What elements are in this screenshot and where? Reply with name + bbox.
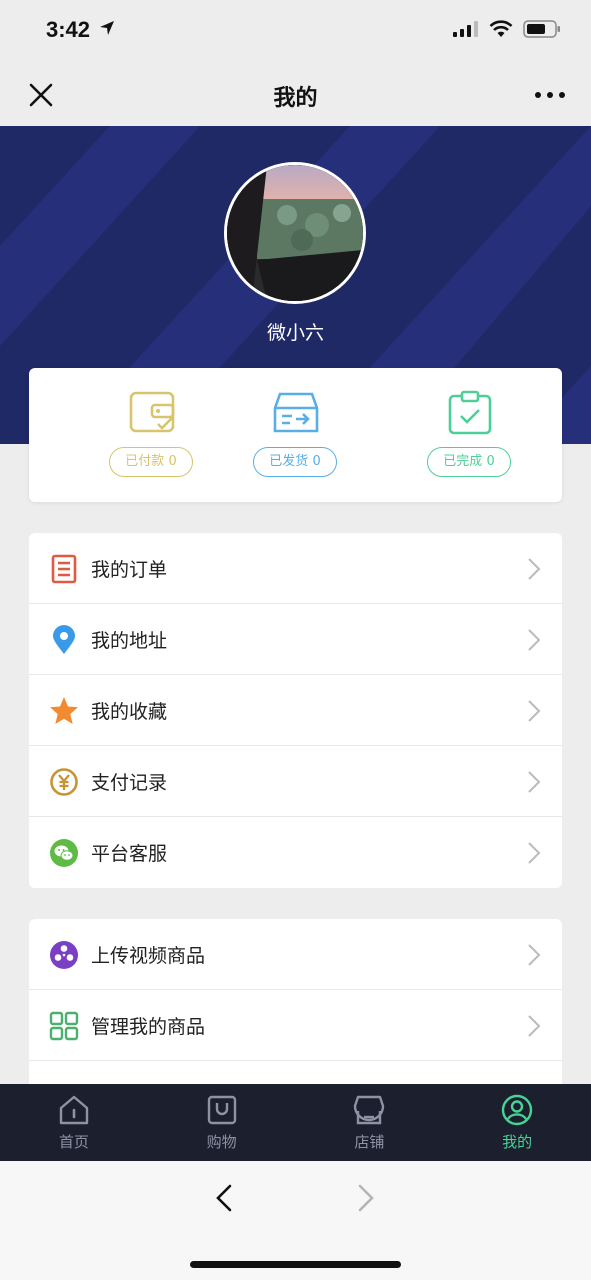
menu-item-upload-video-product[interactable]: 上传视频商品 — [29, 919, 562, 990]
order-count: 0 — [168, 454, 177, 469]
wechat-icon — [50, 839, 78, 867]
order-status-paid[interactable]: 已付款 0 — [107, 390, 197, 482]
chevron-right-icon — [528, 558, 541, 580]
menu-item-label: 我的收藏 — [91, 701, 168, 723]
tab-label: 购物 — [206, 1133, 237, 1151]
tab-label: 店铺 — [354, 1133, 385, 1151]
username: 微小六 — [266, 322, 324, 344]
tab-store[interactable]: 店铺 — [296, 1084, 444, 1161]
wifi-icon — [489, 20, 513, 37]
shopping-bag-icon — [207, 1095, 236, 1125]
wallet-check-icon — [129, 391, 175, 433]
tab-label: 我的 — [502, 1133, 533, 1151]
avatar[interactable] — [224, 162, 366, 304]
order-label: 已付款 — [125, 454, 165, 469]
film-reel-icon — [50, 941, 78, 969]
tab-mine[interactable]: 我的 — [443, 1084, 591, 1161]
back-arrow-icon[interactable] — [212, 1183, 236, 1213]
forward-arrow-icon[interactable] — [354, 1183, 378, 1213]
user-circle-icon — [501, 1094, 533, 1126]
store-icon — [354, 1095, 385, 1125]
chevron-right-icon — [528, 700, 541, 722]
browser-toolbar — [0, 1161, 591, 1280]
home-icon — [59, 1095, 89, 1125]
menu-item-label: 我的地址 — [91, 630, 168, 652]
clipboard-check-icon — [448, 390, 492, 435]
bottom-tab-bar: 首页 购物 店铺 我的 — [0, 1084, 591, 1161]
signal-icon — [453, 21, 478, 37]
order-pill-paid: 已付款 0 — [109, 447, 193, 477]
chevron-right-icon — [528, 629, 541, 651]
status-bar: 3:42 — [0, 0, 591, 64]
menu-item-label: 我的订单 — [91, 559, 168, 581]
order-count: 0 — [486, 454, 495, 469]
menu-item-my-address[interactable]: 我的地址 — [29, 604, 562, 675]
order-status-card: 已付款 0 已发货 0 已完成 0 — [29, 368, 562, 502]
menu-item-my-orders[interactable]: 我的订单 — [29, 533, 562, 604]
location-pin-icon — [53, 625, 75, 654]
menu-item-manage-products[interactable]: 管理我的商品 — [29, 990, 562, 1061]
battery-icon — [523, 20, 560, 38]
chevron-right-icon — [528, 1015, 541, 1037]
page-title: 我的 — [273, 86, 318, 111]
chevron-right-icon — [528, 771, 541, 793]
order-status-completed[interactable]: 已完成 0 — [425, 390, 515, 482]
nav-bar: 我的 — [0, 64, 591, 126]
status-time-text: 3:42 — [46, 17, 91, 42]
avatar-photo — [227, 165, 363, 301]
home-indicator[interactable] — [190, 1261, 401, 1268]
grid-icon — [49, 1011, 79, 1041]
menu-item-label: 上传视频商品 — [91, 945, 206, 967]
yuan-coin-icon — [50, 768, 78, 796]
tab-home[interactable]: 首页 — [0, 1084, 148, 1161]
tab-label: 首页 — [58, 1133, 89, 1151]
menu-item-customer-service[interactable]: 平台客服 — [29, 817, 562, 888]
status-time: 3:42 — [46, 17, 115, 43]
status-icons — [453, 20, 561, 38]
chevron-right-icon — [528, 842, 541, 864]
order-label: 已发货 — [269, 454, 309, 469]
chevron-right-icon — [528, 944, 541, 966]
order-list-icon — [51, 554, 77, 584]
tab-shopping[interactable]: 购物 — [148, 1084, 296, 1161]
menu-item-my-favorites[interactable]: 我的收藏 — [29, 675, 562, 746]
menu-item-label: 支付记录 — [91, 772, 168, 794]
order-status-shipped[interactable]: 已发货 0 — [251, 390, 341, 482]
star-icon — [50, 697, 78, 724]
order-label: 已完成 — [443, 454, 483, 469]
menu-item-label: 平台客服 — [91, 843, 168, 865]
menu-item-label: 管理我的商品 — [91, 1016, 206, 1038]
menu-card-secondary: 上传视频商品 管理我的商品 — [29, 919, 562, 1084]
menu-item-payment-records[interactable]: 支付记录 — [29, 746, 562, 817]
box-arrow-icon — [273, 392, 319, 433]
location-arrow-icon — [100, 21, 115, 35]
order-pill-shipped: 已发货 0 — [253, 447, 337, 477]
order-pill-completed: 已完成 0 — [427, 447, 511, 477]
menu-card-primary: 我的订单 我的地址 我的收藏 支付记录 平台客服 — [29, 533, 562, 888]
order-count: 0 — [312, 454, 321, 469]
more-icon[interactable] — [533, 82, 567, 108]
